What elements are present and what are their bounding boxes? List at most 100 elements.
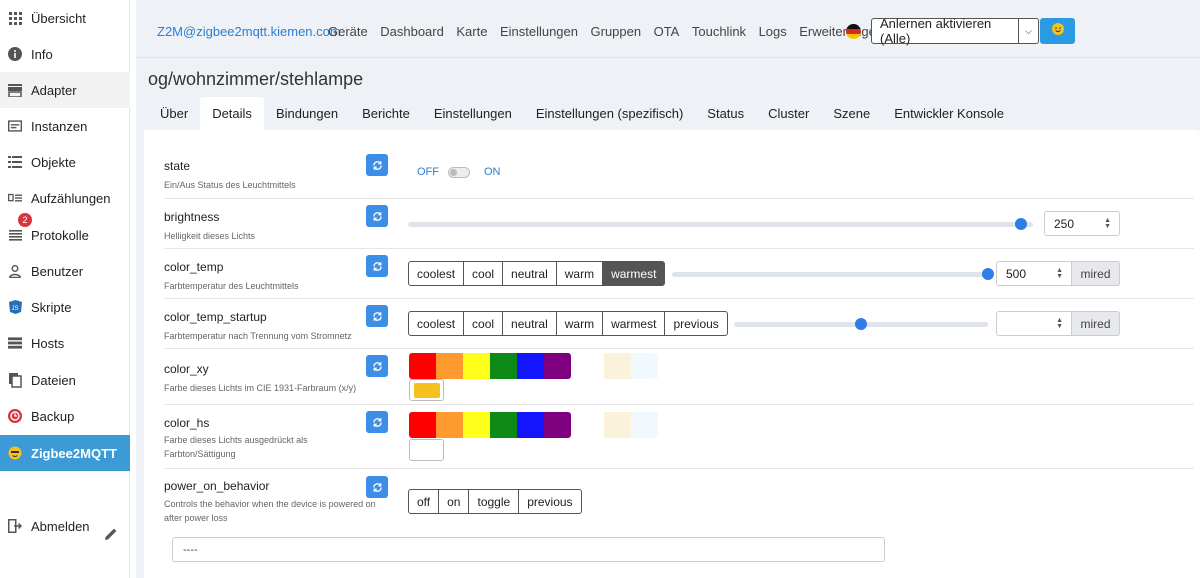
sidebar-item-instanzen[interactable]: Instanzen: [0, 108, 130, 144]
swatch-yellow[interactable]: [463, 353, 490, 379]
tab-berichte[interactable]: Berichte: [350, 97, 422, 130]
option-off[interactable]: off: [408, 489, 440, 514]
tab-details[interactable]: Details: [200, 97, 264, 130]
expose-row-color-temp: color_temp Farbtemperatur des Leuchtmitt…: [164, 248, 1194, 298]
slider-thumb[interactable]: [1014, 218, 1027, 230]
color-palette: [409, 412, 571, 438]
color-temp-startup-slider[interactable]: [734, 318, 988, 330]
preset-warm[interactable]: warm: [555, 261, 604, 286]
swatch-white[interactable]: [577, 353, 604, 379]
nav-touchlink[interactable]: Touchlink: [692, 24, 746, 39]
swatch-blue[interactable]: [517, 412, 544, 438]
sidebar-item-aufzaehlungen[interactable]: Aufzählungen: [0, 180, 130, 216]
preset-warmest[interactable]: warmest: [602, 261, 666, 286]
swatch-purple[interactable]: [544, 353, 571, 379]
nav-karte[interactable]: Karte: [456, 24, 487, 39]
preset-neutral[interactable]: neutral: [502, 311, 557, 336]
sidebar-item-backup[interactable]: Backup: [0, 398, 130, 434]
color-temp-startup-input[interactable]: ▲ ▼: [996, 311, 1072, 336]
sidebar-item-info[interactable]: Info: [0, 36, 130, 72]
color-picker[interactable]: [409, 439, 444, 461]
js-icon: JS: [8, 300, 22, 314]
swatch-white[interactable]: [577, 412, 604, 438]
preset-coolest[interactable]: coolest: [408, 311, 465, 336]
refresh-button[interactable]: [366, 355, 388, 377]
swatch-green[interactable]: [490, 353, 517, 379]
top-nav-bar: Z2M@zigbee2mqtt.kiemen.com Geräte Dashbo…: [136, 0, 1200, 58]
sidebar-item-objekte[interactable]: Objekte: [0, 144, 130, 180]
refresh-button[interactable]: [366, 154, 388, 176]
pencil-icon[interactable]: [104, 527, 118, 546]
z2m-status-button[interactable]: [1040, 18, 1075, 44]
sidebar-item-dateien[interactable]: Dateien: [0, 362, 130, 398]
swatch-green[interactable]: [490, 412, 517, 438]
option-toggle[interactable]: toggle: [468, 489, 520, 514]
tab-entwickler-konsole[interactable]: Entwickler Konsole: [882, 97, 1016, 130]
refresh-button[interactable]: [366, 411, 388, 433]
nav-dashboard[interactable]: Dashboard: [380, 24, 444, 39]
unit-label: mired: [1072, 261, 1120, 286]
extra-input-field[interactable]: ----: [172, 537, 885, 562]
sidebar-item-adapter[interactable]: Adapter: [0, 72, 130, 108]
swatch-cool-white[interactable]: [631, 353, 658, 379]
swatch-purple[interactable]: [544, 412, 571, 438]
tab-einstellungen-spezifisch[interactable]: Einstellungen (spezifisch): [524, 97, 695, 130]
refresh-icon: [372, 160, 382, 170]
swatch-red[interactable]: [409, 353, 436, 379]
state-toggle-switch[interactable]: [448, 166, 470, 178]
nav-ota[interactable]: OTA: [654, 24, 680, 39]
preset-warm[interactable]: warm: [555, 311, 604, 336]
color-picker[interactable]: [409, 379, 444, 401]
swatch-warm-white[interactable]: [604, 412, 631, 438]
preset-coolest[interactable]: coolest: [408, 261, 465, 286]
preset-previous[interactable]: previous: [664, 311, 728, 336]
swatch-cool-white[interactable]: [631, 412, 658, 438]
tab-bindungen[interactable]: Bindungen: [264, 97, 350, 130]
swatch-orange[interactable]: [436, 353, 463, 379]
preset-neutral[interactable]: neutral: [502, 261, 557, 286]
preset-cool[interactable]: cool: [463, 311, 504, 336]
tab-szene[interactable]: Szene: [821, 97, 882, 130]
sidebar-item-benutzer[interactable]: Benutzer: [0, 253, 130, 289]
refresh-button[interactable]: [366, 305, 388, 327]
spinner-icon[interactable]: ▲ ▼: [1056, 267, 1063, 280]
refresh-button[interactable]: [366, 205, 388, 227]
tab-einstellungen[interactable]: Einstellungen: [422, 97, 524, 130]
option-previous[interactable]: previous: [518, 489, 582, 514]
refresh-button[interactable]: [366, 255, 388, 277]
tab-cluster[interactable]: Cluster: [756, 97, 821, 130]
sidebar-item-protokolle[interactable]: 2 Protokolle: [0, 213, 130, 253]
sidebar-item-skripte[interactable]: JS Skripte: [0, 289, 130, 325]
swatch-red[interactable]: [409, 412, 436, 438]
nav-einstellungen[interactable]: Einstellungen: [500, 24, 578, 39]
chevron-down-icon[interactable]: ⌵: [1018, 19, 1038, 43]
nav-logs[interactable]: Logs: [759, 24, 787, 39]
swatch-orange[interactable]: [436, 412, 463, 438]
brand-link[interactable]: Z2M@zigbee2mqtt.kiemen.com: [157, 24, 341, 39]
tab-status[interactable]: Status: [695, 97, 756, 130]
expose-row-state: state Ein/Aus Status des Leuchtmittels O…: [164, 148, 1194, 198]
option-on[interactable]: on: [438, 489, 470, 514]
nav-gruppen[interactable]: Gruppen: [591, 24, 642, 39]
refresh-button[interactable]: [366, 476, 388, 498]
color-temp-input[interactable]: 500 ▲ ▼: [996, 261, 1072, 286]
spinner-icon[interactable]: ▲ ▼: [1056, 317, 1063, 330]
sidebar-item-uebersicht[interactable]: Übersicht: [0, 0, 130, 36]
sidebar-item-zigbee2mqtt[interactable]: Zigbee2MQTT: [0, 435, 130, 471]
nav-geraete[interactable]: Geräte: [328, 24, 368, 39]
color-temp-slider[interactable]: [672, 268, 994, 280]
slider-thumb[interactable]: [982, 268, 994, 280]
sidebar-item-hosts[interactable]: Hosts: [0, 325, 130, 361]
brightness-slider[interactable]: [408, 218, 1033, 230]
swatch-warm-white[interactable]: [604, 353, 631, 379]
preset-cool[interactable]: cool: [463, 261, 504, 286]
brightness-input[interactable]: 250 ▲ ▼: [1044, 211, 1120, 236]
permit-join-button[interactable]: Anlernen aktivieren (Alle) ⌵: [871, 16, 1039, 46]
tab-ueber[interactable]: Über: [148, 97, 200, 130]
german-flag-icon[interactable]: [846, 24, 861, 39]
swatch-blue[interactable]: [517, 353, 544, 379]
slider-thumb[interactable]: [855, 318, 867, 330]
spinner-icon[interactable]: ▲ ▼: [1104, 217, 1111, 230]
preset-warmest[interactable]: warmest: [602, 311, 666, 336]
swatch-yellow[interactable]: [463, 412, 490, 438]
